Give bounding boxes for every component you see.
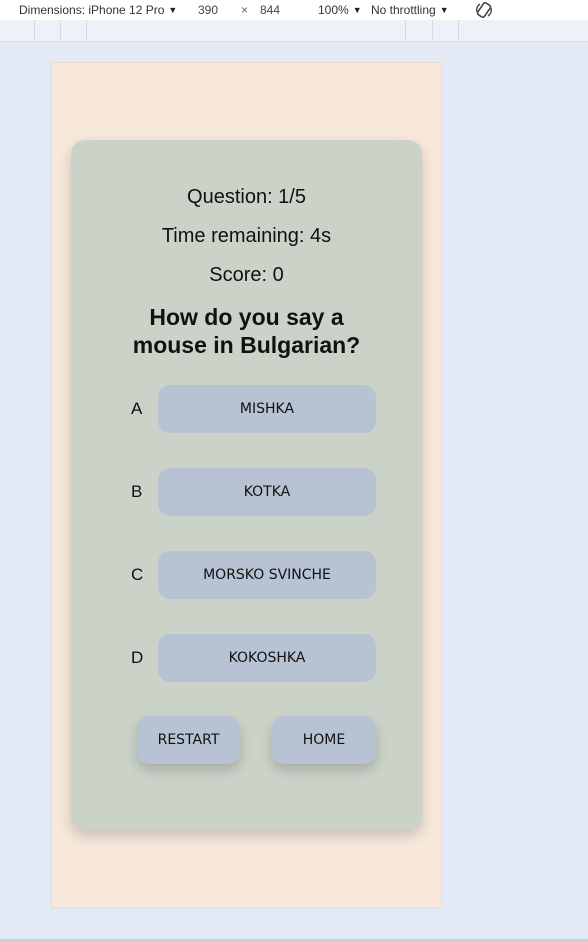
- answer-letter: C: [131, 565, 144, 584]
- zoom-label: 100%: [318, 3, 349, 17]
- answer-button-a[interactable]: MISHKA: [158, 385, 376, 433]
- question-line-1: How do you say a: [149, 304, 344, 330]
- times-icon: ×: [241, 3, 249, 17]
- score: Score: 0: [209, 264, 284, 286]
- width-input[interactable]: 390: [198, 3, 218, 17]
- dropdown-arrow-icon: ▼: [168, 5, 178, 15]
- quiz-card: Question: 1/5 Time remaining: 4s Score: …: [71, 140, 422, 830]
- answer-button-d[interactable]: KOKOSHKA: [158, 634, 376, 682]
- answer-row-d: D KOKOSHKA: [71, 634, 422, 682]
- answer-letter: B: [131, 482, 143, 501]
- answer-letter: D: [131, 648, 144, 667]
- device-viewport: Question: 1/5 Time remaining: 4s Score: …: [51, 62, 442, 908]
- home-button[interactable]: HOME: [272, 716, 376, 764]
- dropdown-arrow-icon: ▼: [439, 5, 449, 15]
- question-text: How do you say a mouse in Bulgarian?: [71, 303, 422, 359]
- media-query-ruler: [0, 20, 588, 42]
- answer-row-c: C MORSKO SVINCHE: [71, 551, 422, 599]
- answer-button-c[interactable]: MORSKO SVINCHE: [158, 551, 376, 599]
- zoom-dropdown[interactable]: 100% ▼: [318, 3, 362, 17]
- answer-row-b: B KOTKA: [71, 468, 422, 516]
- height-input[interactable]: 844: [260, 3, 280, 17]
- question-line-2: mouse in Bulgarian?: [132, 332, 361, 358]
- answer-letter: A: [131, 399, 143, 418]
- devtools-toolbar: Dimensions: iPhone 12 Pro ▼ 390 × 844 10…: [0, 0, 588, 20]
- answer-row-a: A MISHKA: [71, 385, 422, 433]
- throttling-label: No throttling: [371, 3, 436, 17]
- restart-button[interactable]: RESTART: [137, 716, 240, 764]
- rotate-icon[interactable]: [474, 0, 494, 20]
- dimensions-label: Dimensions: iPhone 12 Pro: [19, 3, 165, 17]
- dimensions-dropdown[interactable]: Dimensions: iPhone 12 Pro ▼: [19, 3, 177, 17]
- question-counter: Question: 1/5: [187, 186, 306, 208]
- answer-button-b[interactable]: KOTKA: [158, 468, 376, 516]
- throttling-dropdown[interactable]: No throttling ▼: [371, 3, 449, 17]
- dropdown-arrow-icon: ▼: [352, 5, 362, 15]
- time-remaining: Time remaining: 4s: [161, 225, 332, 247]
